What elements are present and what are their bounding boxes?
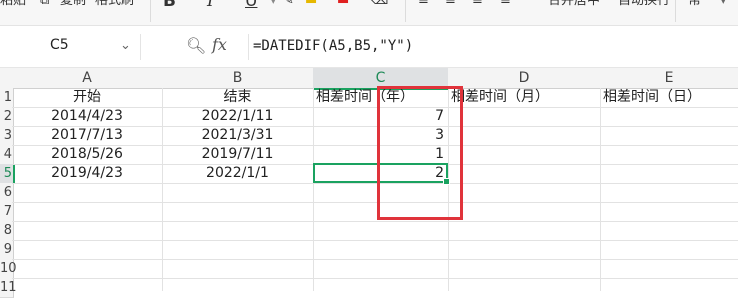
cell-e1[interactable]: 相差时间（日） (603, 88, 738, 107)
name-box[interactable]: C5 ⌄ (0, 34, 141, 60)
number-format-button[interactable]: 常 (688, 0, 701, 11)
gridline (12, 221, 738, 222)
cell-a3[interactable]: 2017/7/13 (12, 126, 162, 145)
wrap-text-button[interactable]: 自动换行 (618, 0, 670, 11)
cell-d1[interactable]: 相差时间（月） (451, 88, 600, 107)
cell-b1[interactable]: 结束 (162, 88, 313, 107)
justify-icon[interactable]: ≡ (500, 0, 511, 11)
italic-button[interactable]: I (207, 0, 214, 11)
merge-center-button[interactable]: 合并居中 (548, 0, 600, 11)
ribbon-toolbar: 粘贴 ⧉ 复制 格式刷 B I U ▾ ✎ ▬ ▬ ⌫ ≡ ≡ ≡ ≡ 合并居中… (0, 0, 738, 26)
toolbar-divider (405, 0, 406, 22)
cell-b5[interactable]: 2022/1/1 (162, 164, 313, 183)
draw-border-icon[interactable]: ✎ (283, 0, 294, 11)
row-header-9[interactable]: 9 (0, 240, 14, 260)
name-box-value: C5 (50, 37, 69, 53)
formula-bar: C5 ⌄ 🔍︎ fx =DATEDIF(A5,B5,"Y") (0, 26, 738, 68)
row-header-7[interactable]: 7 (0, 202, 14, 222)
align-left-icon[interactable]: ≡ (418, 0, 429, 11)
zoom-search-icon[interactable]: 🔍︎ (186, 36, 206, 55)
gridline (12, 183, 738, 184)
gridline (12, 259, 738, 260)
row-header-10[interactable]: 10 (0, 259, 17, 279)
chevron-down-icon[interactable]: ⌄ (120, 38, 131, 53)
cell-b3[interactable]: 2021/3/31 (162, 126, 313, 145)
formula-text: =DATEDIF(A5,B5,"Y") (253, 38, 414, 54)
paste-button[interactable]: 粘贴 (0, 0, 26, 11)
row-header-8[interactable]: 8 (0, 221, 14, 241)
column-header-e[interactable]: E (600, 68, 738, 89)
highlight-box (377, 86, 463, 220)
spreadsheet-grid[interactable]: A B C D E 1 2 3 4 5 6 7 8 9 10 11 开始 结束 … (0, 68, 738, 298)
clear-format-icon[interactable]: ⌫ (370, 0, 388, 11)
column-header-d[interactable]: D (448, 68, 601, 89)
cell-b4[interactable]: 2019/7/11 (162, 145, 313, 164)
bold-button[interactable]: B (163, 0, 176, 11)
border-icon[interactable]: ▾ (270, 0, 277, 11)
gridline (600, 88, 601, 291)
formula-input[interactable]: =DATEDIF(A5,B5,"Y") (248, 34, 738, 60)
align-center-icon[interactable]: ≡ (445, 0, 456, 11)
cell-a4[interactable]: 2018/5/26 (12, 145, 162, 164)
gridline (12, 278, 738, 279)
cell-a1[interactable]: 开始 (12, 88, 162, 107)
format-painter-button[interactable]: 格式刷 (95, 0, 134, 11)
cell-b2[interactable]: 2022/1/11 (162, 107, 313, 126)
column-header-a[interactable]: A (12, 68, 163, 89)
copy-icon[interactable]: ⧉ (40, 0, 49, 11)
fx-icon[interactable]: fx (212, 35, 227, 54)
underline-button[interactable]: U (245, 0, 257, 11)
chevron-down-icon[interactable]: ▾ (720, 0, 727, 11)
row-header-11[interactable]: 11 (0, 278, 17, 298)
cell-a2[interactable]: 2014/4/23 (12, 107, 162, 126)
column-header-b[interactable]: B (162, 68, 314, 89)
toolbar-divider (675, 0, 676, 22)
gridline (12, 240, 738, 241)
copy-button[interactable]: 复制 (60, 0, 86, 11)
toolbar-divider (150, 0, 151, 22)
gridline (12, 202, 738, 203)
row-header-6[interactable]: 6 (0, 183, 14, 203)
fill-color-icon[interactable]: ▬ (305, 0, 317, 11)
cell-a5[interactable]: 2019/4/23 (12, 164, 162, 183)
align-right-icon[interactable]: ≡ (472, 0, 483, 11)
font-color-icon[interactable]: ▬ (337, 0, 349, 11)
